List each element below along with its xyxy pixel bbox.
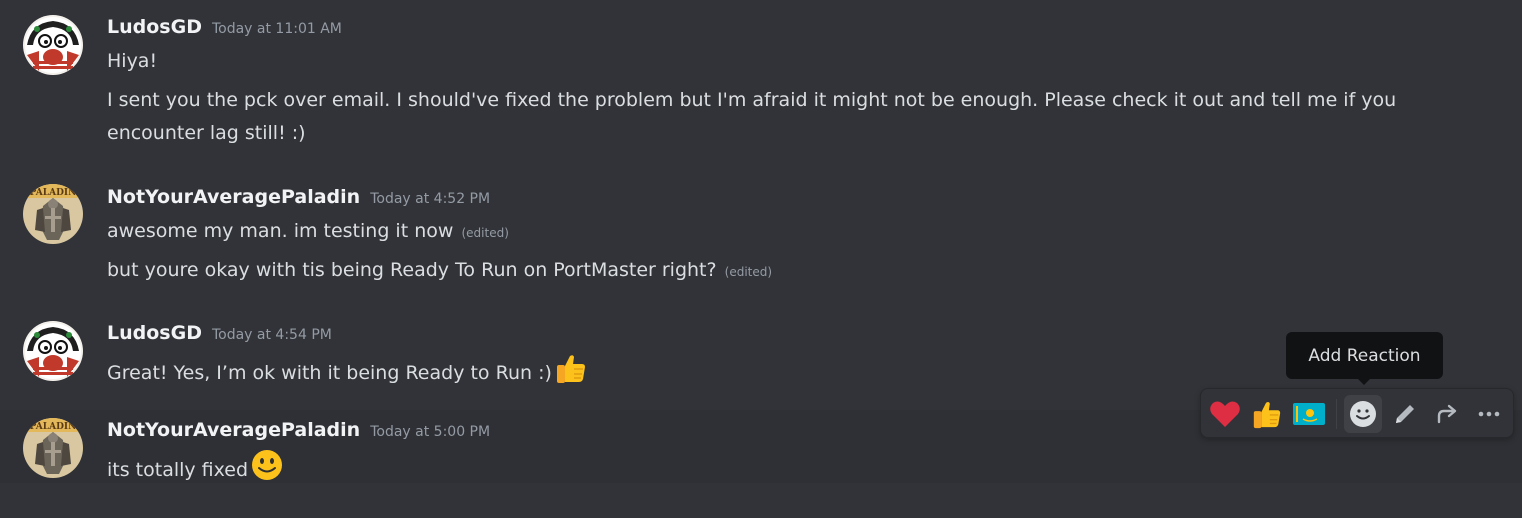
author-name[interactable]: NotYourAveragePaladin xyxy=(107,186,360,208)
smiley-icon xyxy=(1350,401,1376,427)
message-action-toolbar xyxy=(1200,388,1514,438)
pencil-icon xyxy=(1396,405,1414,423)
heart-reaction-button[interactable] xyxy=(1206,395,1244,433)
thumbs-up-icon xyxy=(1253,401,1281,429)
thumbs-up-icon[interactable] xyxy=(554,351,588,396)
toolbar-separator xyxy=(1336,399,1337,429)
svg-text:PALADIN: PALADIN xyxy=(30,422,77,432)
message-text: I sent you the pck over email. I should'… xyxy=(107,89,1397,111)
tooltip-arrow xyxy=(1357,378,1371,385)
message-text: encounter lag still! :) xyxy=(107,122,306,144)
chat-view: LudosGD Today at 11:01 AM Hiya! I sent yo… xyxy=(0,0,1522,518)
message-text: its totally fixed xyxy=(107,448,284,493)
author-name[interactable]: LudosGD xyxy=(107,16,202,38)
forward-button[interactable] xyxy=(1428,395,1466,433)
kazakhstan-flag-reaction-button[interactable] xyxy=(1290,395,1328,433)
timestamp: Today at 11:01 AM xyxy=(211,21,342,37)
message-text-content: Great! Yes, I’m ok with it being Ready t… xyxy=(107,362,552,384)
avatar[interactable] xyxy=(23,321,83,381)
message-text-content: awesome my man. im testing it now xyxy=(107,220,454,242)
edited-label: (edited) xyxy=(724,265,773,279)
message-header: LudosGD Today at 4:54 PM xyxy=(107,322,332,344)
message-text-content: but youre okay with tis being Ready To R… xyxy=(107,259,717,281)
message-header: NotYourAveragePaladin Today at 4:52 PM xyxy=(107,186,490,208)
kazakhstan-flag-icon xyxy=(1293,403,1325,425)
message-text: Great! Yes, I’m ok with it being Ready t… xyxy=(107,351,588,396)
timestamp: Today at 4:52 PM xyxy=(370,191,491,207)
timestamp: Today at 5:00 PM xyxy=(370,424,491,440)
forward-arrow-icon xyxy=(1437,404,1457,424)
thumbs-up-reaction-button[interactable] xyxy=(1248,395,1286,433)
message-text-content: its totally fixed xyxy=(107,459,249,481)
avatar[interactable]: PALADIN xyxy=(23,184,83,244)
heart-icon xyxy=(1210,401,1240,427)
message-text: but youre okay with tis being Ready To R… xyxy=(107,253,772,289)
author-name[interactable]: LudosGD xyxy=(107,322,202,344)
svg-text:PALADIN: PALADIN xyxy=(30,188,77,198)
avatar[interactable] xyxy=(23,15,83,75)
edit-button[interactable] xyxy=(1386,395,1424,433)
message-group[interactable]: LudosGD Today at 11:01 AM Hiya! I sent yo… xyxy=(0,0,1522,170)
ellipsis-icon xyxy=(1478,411,1500,417)
message-text: awesome my man. im testing it now (edite… xyxy=(107,214,509,250)
more-options-button[interactable] xyxy=(1470,395,1508,433)
timestamp: Today at 4:54 PM xyxy=(211,327,332,343)
message-group[interactable]: PALADIN NotYourAveragePaladin Today at 4:… xyxy=(0,170,1522,310)
add-reaction-button[interactable] xyxy=(1344,395,1382,433)
add-reaction-tooltip: Add Reaction xyxy=(1286,332,1443,379)
message-header: LudosGD Today at 11:01 AM xyxy=(107,16,342,38)
author-name[interactable]: NotYourAveragePaladin xyxy=(107,419,360,441)
message-header: NotYourAveragePaladin Today at 5:00 PM xyxy=(107,419,490,441)
edited-label: (edited) xyxy=(461,226,509,240)
slightly-smiling-face-icon[interactable] xyxy=(250,448,284,493)
avatar[interactable]: PALADIN xyxy=(23,418,83,478)
message-text: Hiya! xyxy=(107,50,158,72)
